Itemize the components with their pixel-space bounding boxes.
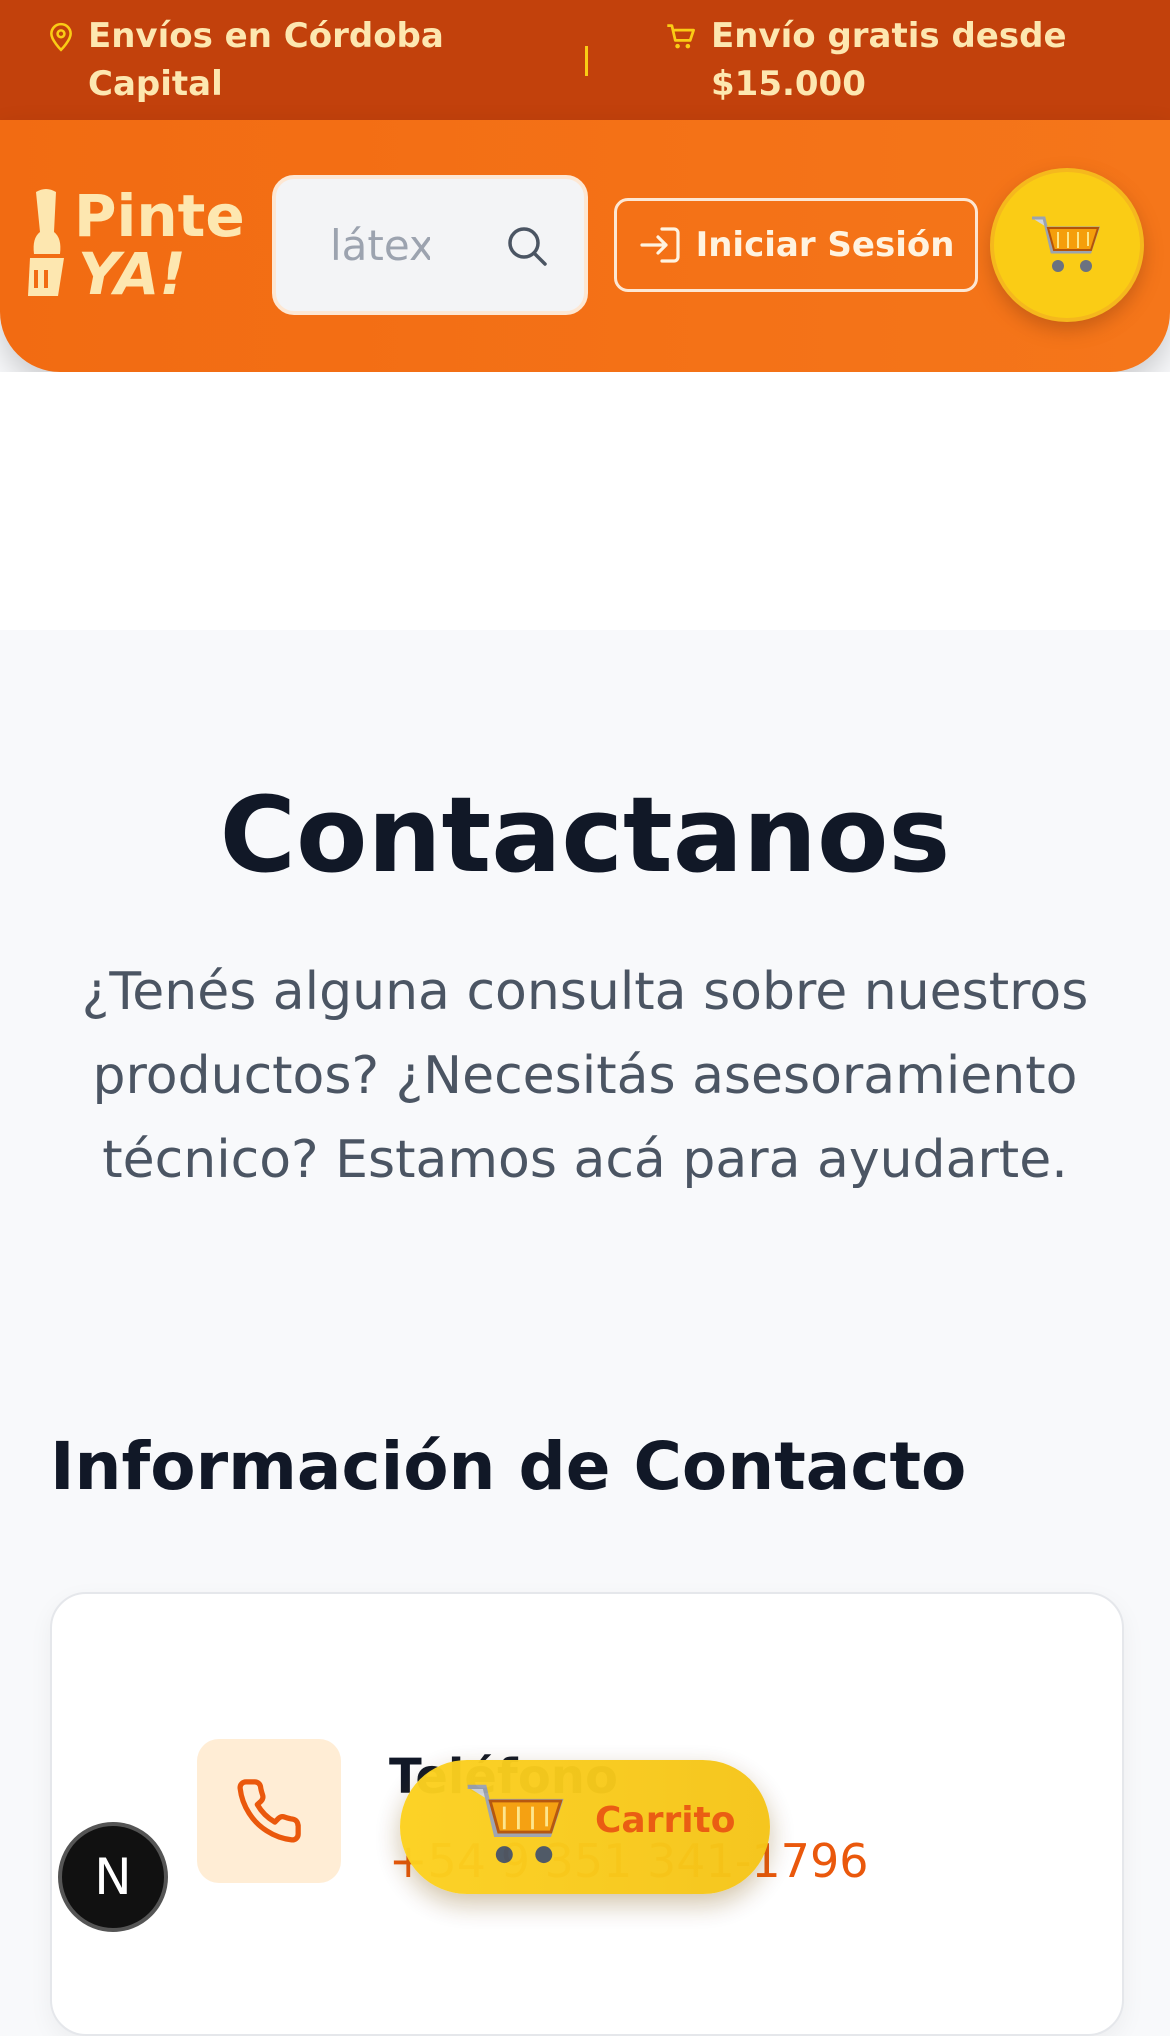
shopping-cart-icon: [1032, 216, 1101, 272]
cart-icon: [667, 24, 695, 49]
search-box: [272, 175, 588, 315]
location-line1: Envíos en Córdoba: [88, 16, 444, 56]
login-label: Iniciar Sesión: [695, 225, 955, 265]
search-input[interactable]: [328, 219, 432, 271]
cart-button[interactable]: [990, 168, 1144, 322]
free-shipping-notice: Envío gratis desde $15.000: [665, 12, 1067, 108]
shipping-line2: $15.000: [711, 64, 866, 104]
search-icon[interactable]: [506, 225, 548, 267]
contact-info-heading: Información de Contacto: [50, 1428, 967, 1505]
brand-logo[interactable]: Pinte YA!: [26, 182, 251, 308]
login-arrow-icon: [639, 227, 680, 263]
floating-cart-button[interactable]: Carrito: [400, 1760, 770, 1894]
phone-icon: [237, 1779, 301, 1843]
announcement-bar: Envíos en Córdoba Capital Envío gratis d…: [0, 0, 1170, 120]
site-header: Pinte YA! Iniciar Sesión: [0, 120, 1170, 372]
hero-spacer: [0, 372, 1170, 630]
dev-tools-badge[interactable]: N: [58, 1822, 168, 1932]
shipping-line1: Envío gratis desde: [711, 16, 1067, 56]
phone-icon-box: [197, 1739, 341, 1883]
divider: [585, 46, 588, 76]
map-pin-icon: [50, 22, 72, 52]
page-title: Contactanos: [219, 774, 951, 896]
page-subtitle: ¿Tenés alguna consulta sobre nuestros pr…: [81, 962, 1089, 1190]
shipping-location-notice: Envíos en Córdoba Capital: [48, 12, 444, 108]
shopping-cart-icon: [467, 1784, 564, 1864]
location-line2: Capital: [88, 64, 223, 104]
floating-cart-label: Carrito: [595, 1800, 736, 1841]
logo-line2: YA!: [78, 240, 186, 304]
login-button[interactable]: Iniciar Sesión: [614, 198, 978, 292]
